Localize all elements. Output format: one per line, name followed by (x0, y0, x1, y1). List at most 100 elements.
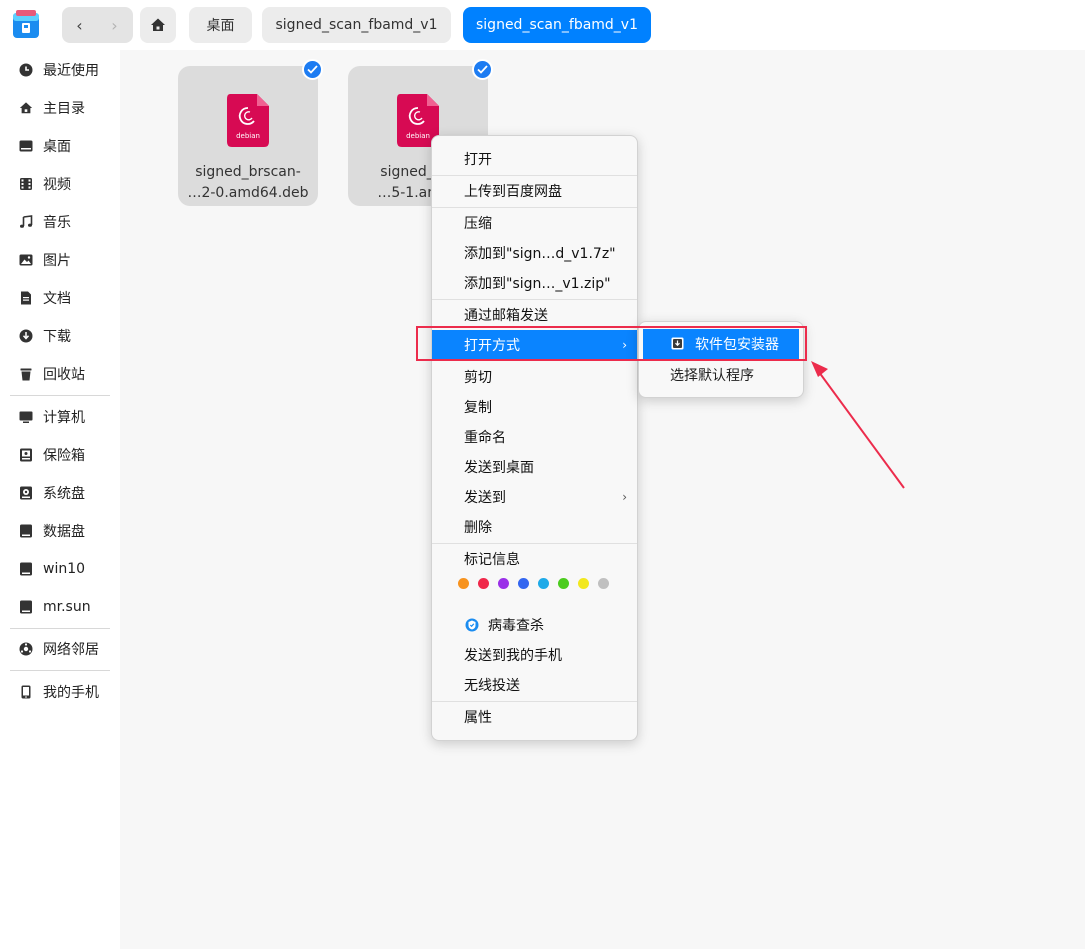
menu-item-virus-scan[interactable]: 病毒查杀 (432, 610, 637, 640)
sidebar-item-label: 我的手机 (43, 685, 99, 701)
sidebar-item-label: 主目录 (43, 101, 85, 117)
chevron-left-icon: ‹ (76, 15, 83, 35)
debian-label: debian (236, 132, 260, 140)
sidebar-item-label: 网络邻居 (43, 642, 99, 658)
submenu-item-choose-default[interactable]: 选择默认程序 (639, 360, 803, 390)
sidebar-item-network[interactable]: 网络邻居 (0, 631, 120, 667)
sidebar-divider (10, 395, 110, 396)
sidebar-item-desktop[interactable]: 桌面 (0, 128, 120, 164)
menu-item-cut[interactable]: 剪切 (432, 362, 637, 392)
sidebar-item-mrsun[interactable]: mr.sun (0, 589, 120, 625)
breadcrumb-desktop[interactable]: 桌面 (189, 7, 252, 43)
annotation-highlight-box (416, 326, 807, 361)
tag-color-purple[interactable] (498, 578, 509, 589)
forward-button[interactable]: › (97, 7, 132, 43)
menu-item-wireless-cast[interactable]: 无线投送 (432, 670, 637, 700)
sidebar-item-label: 保险箱 (43, 448, 85, 464)
sidebar-item-video[interactable]: 视频 (0, 166, 120, 202)
sidebar-item-system-disk[interactable]: 系统盘 (0, 475, 120, 511)
sidebar-item-data-disk[interactable]: 数据盘 (0, 513, 120, 549)
menu-item-send-to-desktop[interactable]: 发送到桌面 (432, 452, 637, 482)
debian-package-icon: debian (227, 94, 269, 147)
tag-color-orange[interactable] (458, 578, 469, 589)
chevron-right-icon: › (622, 490, 627, 504)
tag-color-gray[interactable] (598, 578, 609, 589)
file-item[interactable]: debian signed_brscan- …2-0.amd64.deb (178, 59, 323, 206)
music-icon (18, 214, 34, 230)
trash-icon (18, 366, 34, 382)
sidebar-item-label: 下载 (43, 329, 71, 345)
menu-item-tag-info[interactable]: 标记信息 (432, 544, 637, 574)
sidebar-item-label: 数据盘 (43, 524, 85, 540)
menu-item-upload-baidu[interactable]: 上传到百度网盘 (432, 176, 637, 206)
system-disk-icon (18, 485, 34, 501)
menu-item-properties[interactable]: 属性 (432, 702, 637, 732)
sidebar-item-label: 视频 (43, 177, 71, 193)
tag-color-yellow[interactable] (578, 578, 589, 589)
breadcrumb-folder[interactable]: signed_scan_fbamd_v1 (262, 7, 451, 43)
picture-icon (18, 252, 34, 268)
menu-item-add-7z[interactable]: 添加到"sign…d_v1.7z" (432, 238, 637, 268)
download-icon (18, 328, 34, 344)
file-name: signed_brscan- …2-0.amd64.deb (178, 162, 318, 204)
computer-icon (18, 409, 34, 425)
disk-icon (18, 599, 34, 615)
sidebar-item-recent[interactable]: 最近使用 (0, 52, 120, 88)
menu-item-compress[interactable]: 压缩 (432, 208, 637, 238)
sidebar-item-label: 计算机 (43, 410, 85, 426)
desktop-icon (18, 138, 34, 154)
chevron-right-icon: › (111, 15, 118, 35)
annotation-arrow-icon (811, 361, 905, 489)
title-bar: ‹ › 桌面 signed_scan_fbamd_v1 signed_scan_… (0, 0, 1085, 50)
home-icon (18, 100, 34, 116)
sidebar-divider (10, 670, 110, 671)
tag-color-green[interactable] (558, 578, 569, 589)
sidebar-item-win10[interactable]: win10 (0, 551, 120, 587)
sidebar-item-vault[interactable]: 保险箱 (0, 437, 120, 473)
file-manager-logo-icon[interactable] (12, 9, 40, 39)
menu-item-send-to-phone[interactable]: 发送到我的手机 (432, 640, 637, 670)
disk-icon (18, 561, 34, 577)
sidebar-item-documents[interactable]: 文档 (0, 280, 120, 316)
sidebar-item-label: mr.sun (43, 599, 91, 615)
menu-item-delete[interactable]: 删除 (432, 512, 637, 542)
breadcrumb-current[interactable]: signed_scan_fbamd_v1 (463, 7, 651, 43)
sidebar-item-label: win10 (43, 561, 86, 577)
sidebar-item-trash[interactable]: 回收站 (0, 356, 120, 392)
file-name-line2: …2-0.amd64.deb (187, 185, 309, 201)
video-icon (18, 176, 34, 192)
selected-check-icon[interactable] (302, 59, 323, 80)
menu-item-send-to[interactable]: 发送到 › (432, 482, 637, 512)
menu-item-rename[interactable]: 重命名 (432, 422, 637, 452)
shield-icon (465, 618, 479, 632)
debian-label: debian (406, 132, 430, 140)
menu-item-copy[interactable]: 复制 (432, 392, 637, 422)
tag-color-red[interactable] (478, 578, 489, 589)
document-icon (18, 290, 34, 306)
selected-check-icon[interactable] (472, 59, 493, 80)
disk-icon (18, 523, 34, 539)
sidebar-item-phone[interactable]: 我的手机 (0, 674, 120, 710)
sidebar-item-pictures[interactable]: 图片 (0, 242, 120, 278)
tag-color-cyan[interactable] (538, 578, 549, 589)
sidebar: 最近使用 主目录 桌面 视频 音乐 图片 文档 下载 回收站 计算机 保险箱 系… (0, 50, 120, 949)
sidebar-item-music[interactable]: 音乐 (0, 204, 120, 240)
menu-item-open[interactable]: 打开 (432, 144, 637, 174)
sidebar-item-computer[interactable]: 计算机 (0, 399, 120, 435)
context-menu: 打开 上传到百度网盘 压缩 添加到"sign…d_v1.7z" 添加到"sign… (431, 135, 638, 741)
home-button[interactable] (140, 7, 176, 43)
sidebar-divider (10, 628, 110, 629)
clock-icon (18, 62, 34, 78)
menu-item-label: 病毒查杀 (488, 618, 544, 634)
phone-icon (18, 684, 34, 700)
vault-icon (18, 447, 34, 463)
history-nav: ‹ › (62, 7, 133, 43)
tag-color-blue[interactable] (518, 578, 529, 589)
sidebar-item-home[interactable]: 主目录 (0, 90, 120, 126)
back-button[interactable]: ‹ (62, 7, 97, 43)
network-icon (18, 641, 34, 657)
menu-item-label: 发送到 (464, 490, 506, 506)
menu-item-add-zip[interactable]: 添加到"sign…_v1.zip" (432, 268, 637, 298)
home-icon (151, 18, 165, 31)
sidebar-item-downloads[interactable]: 下载 (0, 318, 120, 354)
